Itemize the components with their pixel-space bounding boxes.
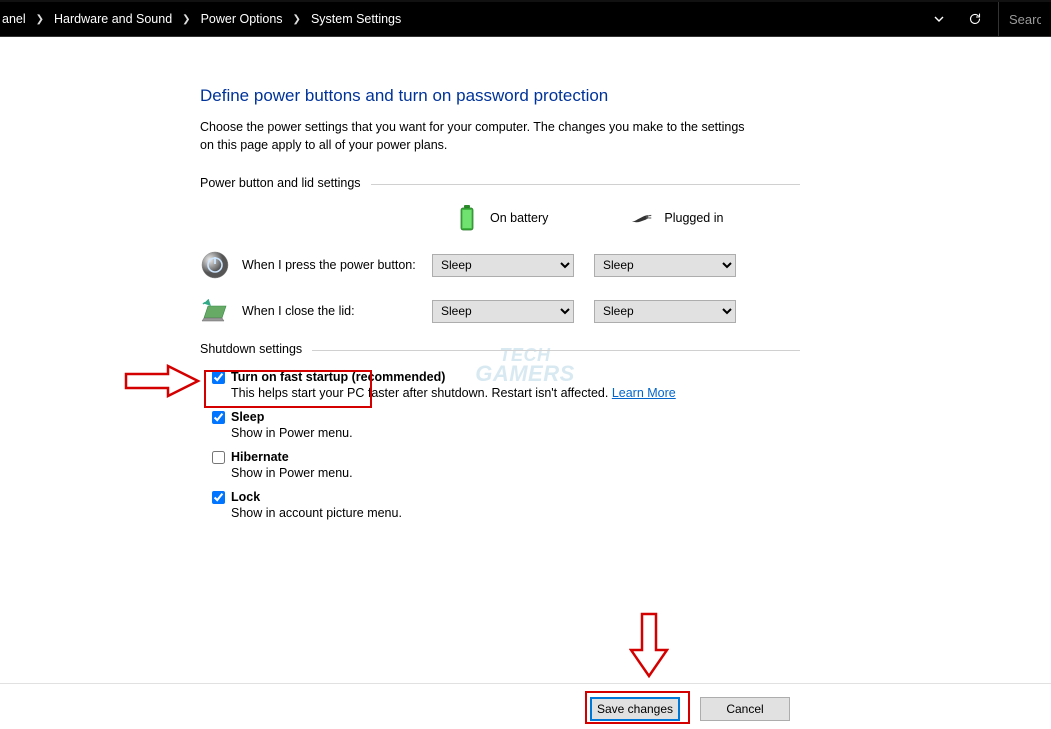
- chevron-right-icon: ❯: [176, 14, 196, 25]
- search-input[interactable]: [1009, 12, 1041, 27]
- plugged-in-label: Plugged in: [664, 211, 723, 225]
- hibernate-label[interactable]: Hibernate: [231, 450, 289, 464]
- hibernate-desc: Show in Power menu.: [231, 466, 800, 480]
- search-box[interactable]: [998, 2, 1051, 36]
- power-button-plugged-select[interactable]: Sleep: [594, 254, 736, 277]
- close-lid-row: When I close the lid: Sleep Sleep: [200, 296, 800, 326]
- chevron-right-icon: ❯: [287, 14, 307, 25]
- fast-startup-desc: This helps start your PC faster after sh…: [231, 386, 800, 400]
- breadcrumb-item[interactable]: System Settings: [311, 12, 401, 26]
- fast-startup-item: Turn on fast startup (recommended) This …: [212, 370, 800, 400]
- close-lid-label: When I close the lid:: [242, 304, 432, 318]
- save-changes-button[interactable]: Save changes: [590, 697, 680, 721]
- refresh-icon[interactable]: [962, 6, 988, 32]
- shutdown-settings-list: Turn on fast startup (recommended) This …: [212, 370, 800, 520]
- sleep-label[interactable]: Sleep: [231, 410, 264, 424]
- close-lid-battery-select[interactable]: Sleep: [432, 300, 574, 323]
- lock-item: Lock Show in account picture menu.: [212, 490, 800, 520]
- cancel-button[interactable]: Cancel: [700, 697, 790, 721]
- power-button-label: When I press the power button:: [242, 258, 432, 272]
- breadcrumb-item[interactable]: Power Options: [201, 12, 283, 26]
- breadcrumb-item[interactable]: anel: [2, 12, 26, 26]
- address-bar: anel ❯ Hardware and Sound ❯ Power Option…: [0, 0, 1051, 37]
- battery-icon: [456, 204, 478, 232]
- sleep-item: Sleep Show in Power menu.: [212, 410, 800, 440]
- learn-more-link[interactable]: Learn More: [612, 386, 676, 400]
- annotation-arrow-down: [629, 612, 669, 685]
- lock-desc: Show in account picture menu.: [231, 506, 800, 520]
- power-button-row: When I press the power button: Sleep Sle…: [200, 250, 800, 280]
- divider: [312, 350, 800, 351]
- breadcrumb-item[interactable]: Hardware and Sound: [54, 12, 172, 26]
- dropdown-toggle[interactable]: [926, 6, 952, 32]
- annotation-arrow-right: [124, 364, 202, 403]
- plug-icon: [630, 204, 652, 232]
- chevron-right-icon: ❯: [30, 14, 50, 25]
- lock-label[interactable]: Lock: [231, 490, 260, 504]
- footer-separator: [0, 683, 1051, 684]
- page-description: Choose the power settings that you want …: [200, 118, 760, 154]
- close-lid-plugged-select[interactable]: Sleep: [594, 300, 736, 323]
- group-header-shutdown: Shutdown settings: [200, 342, 800, 356]
- divider: [371, 184, 800, 185]
- group-header-power-button: Power button and lid settings: [200, 176, 800, 190]
- hibernate-item: Hibernate Show in Power menu.: [212, 450, 800, 480]
- footer-buttons: Save changes Cancel: [590, 697, 790, 721]
- group-header-label: Power button and lid settings: [200, 176, 361, 190]
- sleep-desc: Show in Power menu.: [231, 426, 800, 440]
- plugged-in-header: Plugged in: [630, 204, 723, 232]
- fast-startup-checkbox[interactable]: [212, 371, 225, 384]
- on-battery-label: On battery: [490, 211, 548, 225]
- sleep-checkbox[interactable]: [212, 411, 225, 424]
- laptop-lid-icon: [200, 296, 230, 326]
- mode-header: On battery Plugged in: [456, 204, 800, 232]
- main-panel: Define power buttons and turn on passwor…: [200, 86, 800, 530]
- group-header-label: Shutdown settings: [200, 342, 302, 356]
- fast-startup-label[interactable]: Turn on fast startup (recommended): [231, 370, 445, 384]
- hibernate-checkbox[interactable]: [212, 451, 225, 464]
- lock-checkbox[interactable]: [212, 491, 225, 504]
- page-title: Define power buttons and turn on passwor…: [200, 86, 800, 106]
- power-button-battery-select[interactable]: Sleep: [432, 254, 574, 277]
- on-battery-header: On battery: [456, 204, 548, 232]
- breadcrumb[interactable]: anel ❯ Hardware and Sound ❯ Power Option…: [0, 12, 401, 26]
- power-button-icon: [200, 250, 230, 280]
